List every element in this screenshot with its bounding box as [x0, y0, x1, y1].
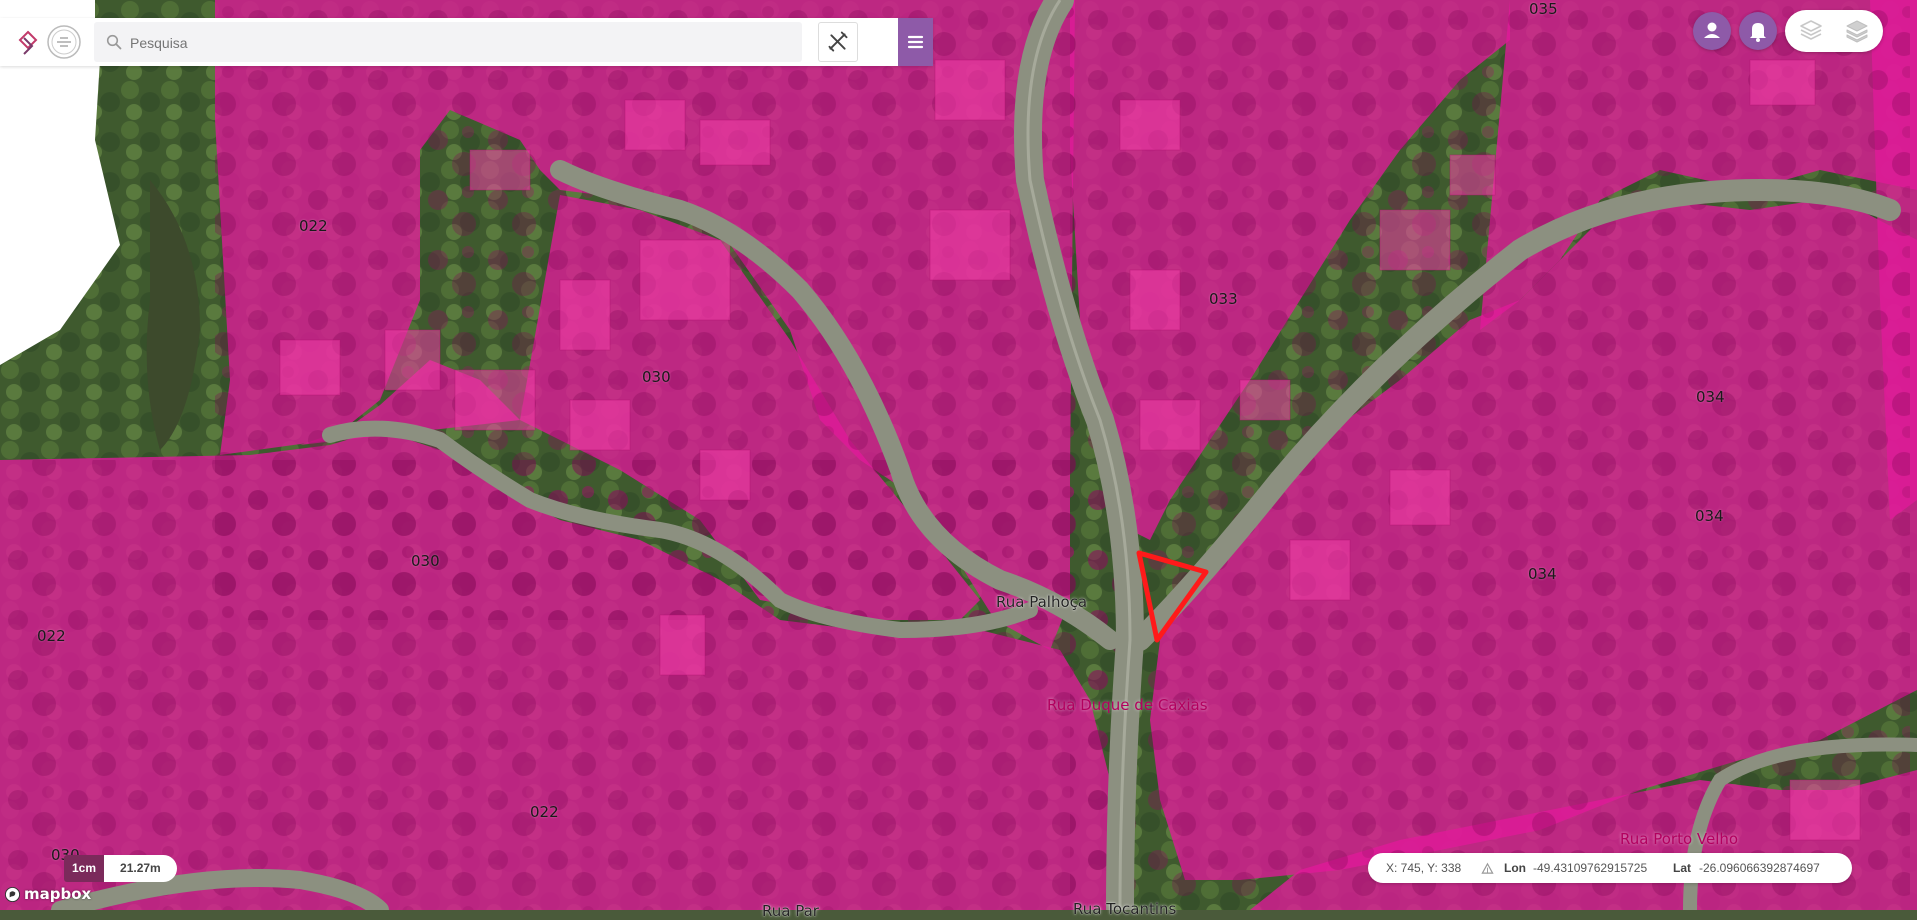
parcel-label: 033 [1209, 290, 1238, 308]
hamburger-menu-icon [907, 35, 924, 49]
lat-value: -26.096066392874697 [1699, 861, 1820, 875]
pencil-ruler-icon [828, 31, 848, 52]
parcel-label: 035 [1529, 0, 1558, 18]
building-roofs [0, 0, 1910, 910]
scale-unit: 1cm [64, 855, 105, 882]
base-layers-button[interactable] [1843, 17, 1871, 45]
parcel-label: 022 [530, 803, 559, 821]
parcel-label: 030 [411, 552, 440, 570]
user-icon [1704, 22, 1720, 38]
street-label: Rua Palhoça [996, 593, 1088, 611]
user-button[interactable] [1693, 12, 1731, 50]
street-label: Rua Tocantins [1073, 900, 1177, 918]
lat-label: Lat [1673, 861, 1691, 875]
layers-toggle-button[interactable] [1797, 17, 1825, 45]
street-label: Rua Par [762, 902, 819, 920]
search-icon [106, 34, 122, 50]
scale-bar: 1cm 21.27m [64, 855, 177, 882]
coordinates-panel: X: 745, Y: 338 Lon -49.43109762915725 La… [1368, 853, 1852, 883]
search-input[interactable] [128, 28, 692, 58]
lon-value: -49.43109762915725 [1533, 861, 1648, 875]
map-canvas[interactable] [0, 0, 1917, 910]
street-label: Rua Porto Velho [1620, 830, 1739, 848]
search-box[interactable] [94, 22, 802, 62]
parcel-label: 034 [1696, 388, 1725, 406]
lon-label: Lon [1504, 861, 1526, 875]
parcel-label: 030 [642, 368, 671, 386]
notifications-button[interactable] [1739, 12, 1777, 50]
layers-icon [1846, 20, 1868, 43]
mapbox-attribution[interactable]: mapbox [4, 884, 91, 904]
mapbox-text: mapbox [24, 885, 92, 903]
triangle-icon [1481, 862, 1494, 874]
parcel-label: 022 [37, 627, 66, 645]
top-bar [0, 18, 933, 66]
street-label: Rua Duque de Caxias [1047, 696, 1208, 714]
scale-value: 21.27m [104, 855, 177, 882]
pixel-coordinates: X: 745, Y: 338 [1386, 861, 1462, 875]
parcel-label: 022 [299, 217, 328, 235]
layer-controls [1785, 10, 1883, 52]
parcel-label: 034 [1528, 565, 1557, 583]
layers-outline-icon [1800, 20, 1822, 40]
measure-tools-button[interactable] [818, 22, 858, 62]
mapbox-logo-icon [4, 886, 21, 902]
logo-icon [18, 25, 81, 59]
parcel-label: 034 [1695, 507, 1724, 525]
app-logo[interactable] [14, 24, 90, 60]
bell-icon [1750, 23, 1766, 42]
menu-button[interactable] [898, 18, 933, 66]
